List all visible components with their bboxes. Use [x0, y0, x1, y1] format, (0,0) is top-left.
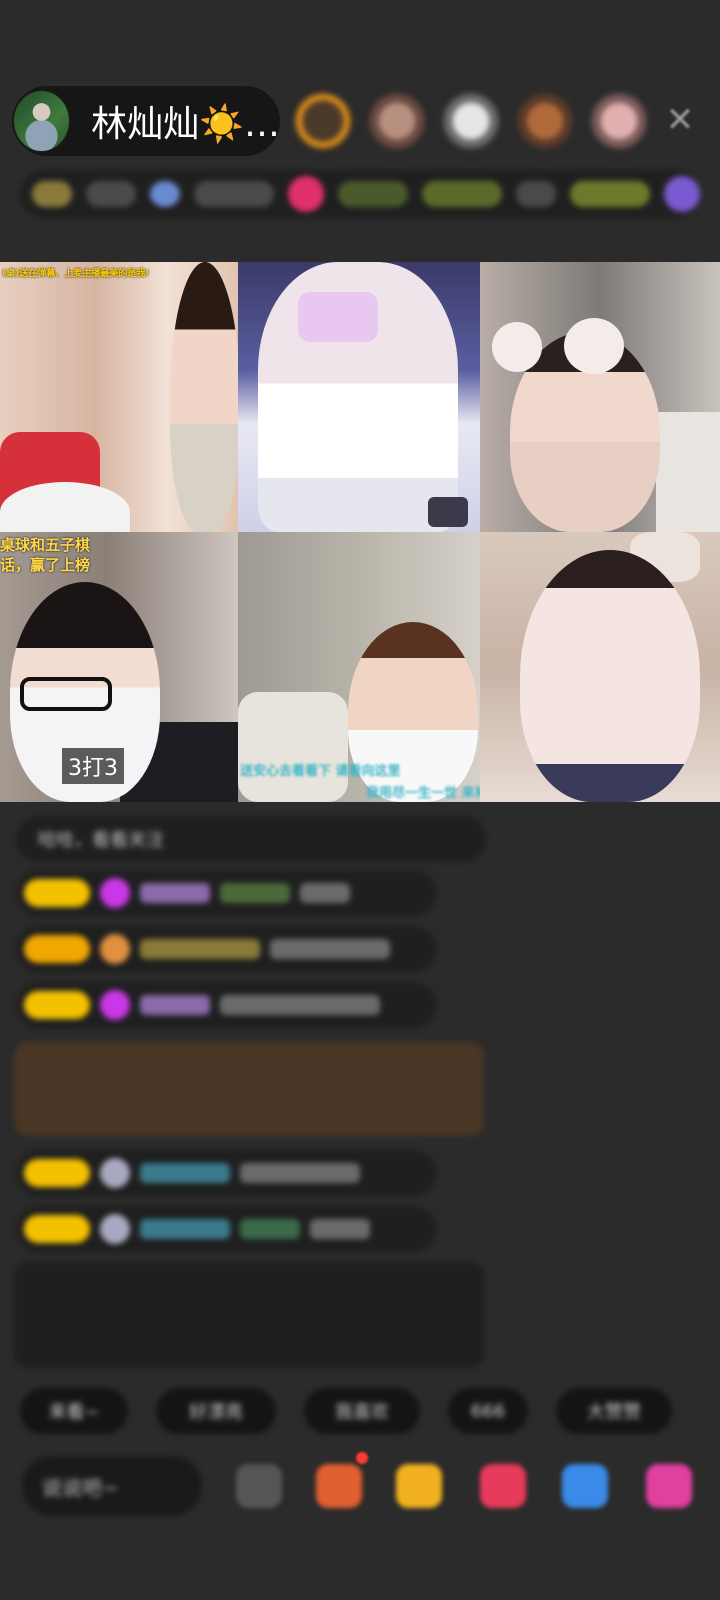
diamond-icon: [100, 878, 130, 908]
message-text: [270, 939, 390, 959]
user-name[interactable]: [240, 1219, 300, 1239]
video-tile-1[interactable]: (桌)送在弹幕、上麦主播最美的是我!: [0, 262, 238, 532]
quick-reply-row: 来看~ 好漂亮 我喜欢 666 大赞赞: [20, 1388, 672, 1434]
user-name[interactable]: [140, 939, 260, 959]
chat-message[interactable]: [16, 870, 436, 916]
message-text: [310, 1219, 370, 1239]
heart-icon[interactable]: [480, 1464, 526, 1508]
chat-message[interactable]: [16, 926, 436, 972]
tile-caption: 我用尽一生一世 来将你: [366, 786, 480, 801]
chat-message-text: 哈哈，看看关注: [38, 830, 164, 851]
avatar-icon: [100, 1158, 130, 1188]
message-text: [240, 1163, 360, 1183]
tile-overlay-text: (桌)送在弹幕、上麦主播最美的是我!: [2, 269, 150, 279]
emoji-icon[interactable]: [236, 1464, 282, 1508]
bottom-toolbar: 说说吧~: [0, 1448, 720, 1528]
user-name[interactable]: [140, 1219, 230, 1239]
room-badge-bar[interactable]: [20, 170, 700, 218]
badge: [516, 181, 556, 207]
user-name[interactable]: [140, 995, 210, 1015]
chat-message[interactable]: [16, 1150, 436, 1196]
notification-dot: [356, 1452, 368, 1464]
viewer-avatar[interactable]: [292, 88, 354, 154]
avatar-icon: [100, 1214, 130, 1244]
level-badge: [24, 935, 90, 963]
quick-reply-button[interactable]: 666: [448, 1388, 528, 1434]
badge-icon: [32, 181, 72, 207]
game-icon[interactable]: [562, 1464, 608, 1508]
host-profile-pill[interactable]: 林灿灿☀️…: [12, 86, 280, 156]
viewer-avatar[interactable]: [366, 88, 428, 154]
badge: [194, 181, 274, 207]
tile-caption: 送安心去看看下 请看向这里: [240, 764, 401, 779]
diamond-icon: [100, 990, 130, 1020]
level-badge: [24, 1215, 90, 1243]
message-text: [220, 995, 380, 1015]
more-icon[interactable]: [646, 1464, 692, 1508]
chat-message[interactable]: 哈哈，看看关注: [16, 816, 486, 862]
highlight-message[interactable]: [14, 1042, 484, 1136]
system-notice: [14, 1262, 484, 1368]
badge: [86, 181, 136, 207]
video-tile-5[interactable]: 送安心去看看下 请看向这里 我用尽一生一世 来将你: [238, 532, 480, 802]
level-badge: [24, 879, 90, 907]
badge: [570, 181, 650, 207]
badge-icon: [150, 181, 180, 207]
video-tile-2[interactable]: [238, 262, 480, 532]
level-badge: [24, 991, 90, 1019]
tile-overlay-text: 桌球和五子棋: [0, 536, 91, 554]
quick-reply-button[interactable]: 来看~: [20, 1388, 128, 1434]
user-name[interactable]: [140, 1163, 230, 1183]
badge: [338, 181, 408, 207]
heart-icon: [100, 934, 130, 964]
tile-game-label: 3打3: [62, 748, 124, 784]
video-grid: (桌)送在弹幕、上麦主播最美的是我! 桌球和五子棋 话，赢了上榜 3打3 送安心…: [0, 262, 720, 802]
chat-message[interactable]: [16, 982, 436, 1028]
badge: [422, 181, 502, 207]
chat-message[interactable]: [16, 1206, 436, 1252]
host-name: 林灿灿☀️…: [91, 104, 280, 145]
quick-reply-button[interactable]: 大赞赞: [556, 1388, 672, 1434]
close-icon[interactable]: ✕: [660, 100, 700, 140]
quick-reply-button[interactable]: 好漂亮: [156, 1388, 276, 1434]
message-text: [300, 883, 350, 903]
level-badge: [24, 1159, 90, 1187]
viewer-avatar[interactable]: [514, 88, 576, 154]
badge-icon: [288, 176, 324, 212]
viewer-avatar[interactable]: [440, 88, 502, 154]
badge-icon: [664, 176, 700, 212]
video-tile-6[interactable]: [480, 532, 720, 802]
user-name[interactable]: [220, 883, 290, 903]
tile-overlay-text: 话，赢了上榜: [0, 556, 91, 574]
gift-icon[interactable]: [396, 1464, 442, 1508]
viewer-avatar-list: [292, 88, 650, 154]
quick-reply-button[interactable]: 我喜欢: [304, 1388, 420, 1434]
video-tile-3[interactable]: [480, 262, 720, 532]
host-avatar[interactable]: [12, 89, 72, 153]
video-tile-4[interactable]: 桌球和五子棋 话，赢了上榜 3打3: [0, 532, 238, 802]
user-name[interactable]: [140, 883, 210, 903]
gift-box-icon[interactable]: [316, 1464, 362, 1508]
viewer-avatar[interactable]: [588, 88, 650, 154]
comment-input[interactable]: 说说吧~: [22, 1456, 202, 1516]
